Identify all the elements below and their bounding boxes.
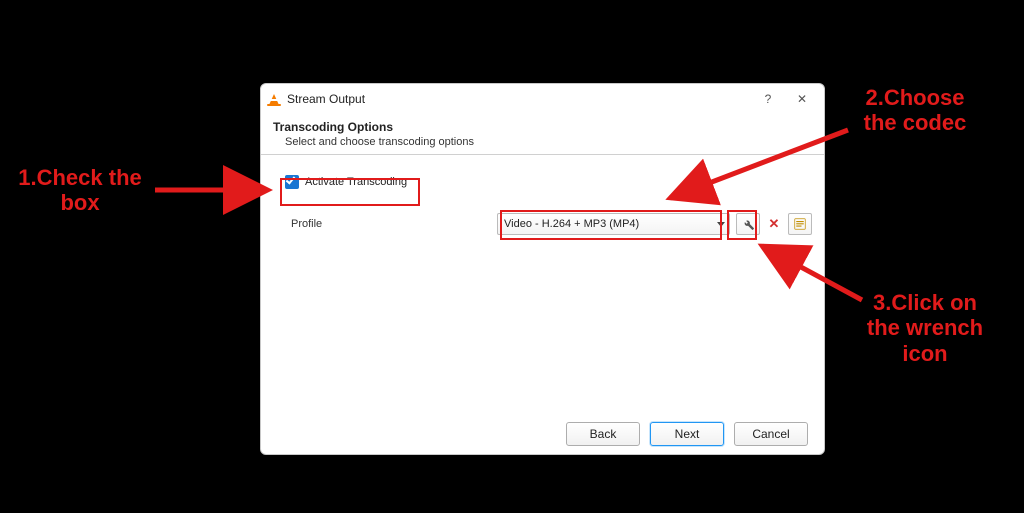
- dialog-content: Transcoding Options Select and choose tr…: [261, 114, 824, 412]
- profile-row: Profile Video - H.264 + MP3 (MP4) ✕: [291, 213, 812, 235]
- titlebar: Stream Output ? ✕: [261, 84, 824, 114]
- close-button[interactable]: ✕: [788, 87, 816, 111]
- stream-output-dialog: Stream Output ? ✕ Transcoding Options Se…: [260, 83, 825, 455]
- delete-profile-button[interactable]: ✕: [766, 216, 782, 232]
- activate-transcoding-row[interactable]: Activate Transcoding: [279, 171, 413, 193]
- help-button[interactable]: ?: [754, 87, 782, 111]
- new-profile-button[interactable]: [788, 213, 812, 235]
- annotation-step3: 3.Click on the wrench icon: [850, 290, 1000, 366]
- dialog-footer: Back Next Cancel: [261, 412, 824, 454]
- cancel-button[interactable]: Cancel: [734, 422, 808, 446]
- profile-select[interactable]: Video - H.264 + MP3 (MP4): [497, 213, 730, 235]
- profile-selected-value: Video - H.264 + MP3 (MP4): [504, 218, 639, 230]
- edit-profile-button[interactable]: [736, 213, 760, 235]
- divider: [261, 154, 824, 155]
- profile-label: Profile: [291, 218, 491, 230]
- section-subtitle: Select and choose transcoding options: [273, 136, 812, 148]
- section-title: Transcoding Options: [273, 120, 812, 134]
- back-button[interactable]: Back: [566, 422, 640, 446]
- activate-transcoding-checkbox[interactable]: [285, 175, 299, 189]
- annotation-step1: 1.Check the box: [10, 165, 150, 216]
- wrench-icon: [741, 217, 755, 231]
- window-title: Stream Output: [287, 92, 748, 106]
- chevron-down-icon: [717, 222, 725, 227]
- annotation-step2: 2.Choose the codec: [850, 85, 980, 136]
- vlc-cone-icon: [267, 92, 281, 106]
- next-button[interactable]: Next: [650, 422, 724, 446]
- new-profile-icon: [794, 218, 806, 230]
- activate-transcoding-label: Activate Transcoding: [305, 176, 407, 188]
